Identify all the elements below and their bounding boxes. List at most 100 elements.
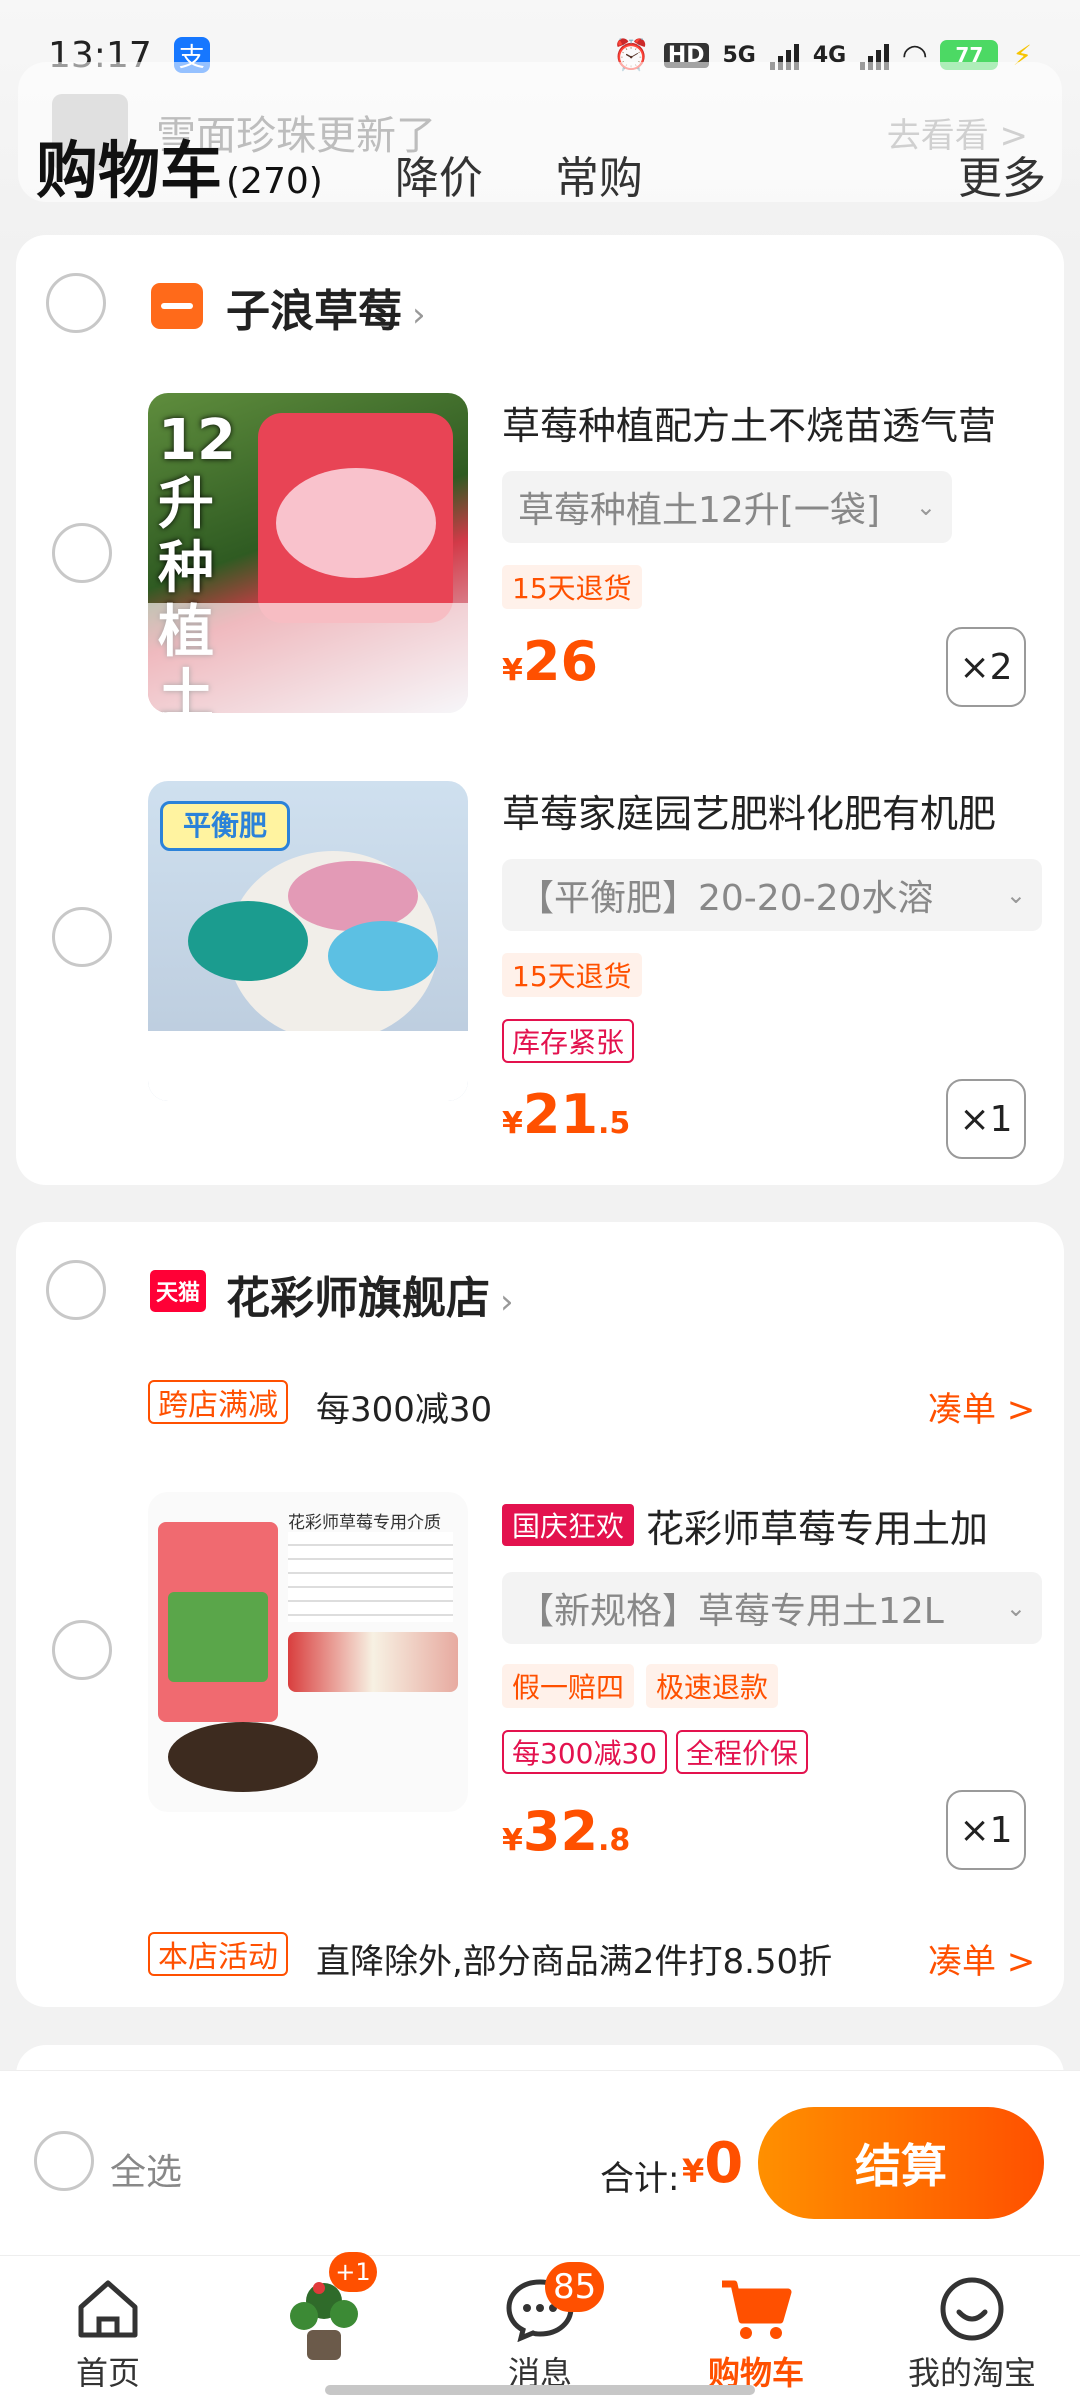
discount-tag: 每300减30 bbox=[502, 1730, 668, 1774]
product-image[interactable]: 12升种植土 bbox=[148, 393, 468, 713]
guarantee-tag: 假一赔四 bbox=[502, 1664, 635, 1708]
page-title[interactable]: 购物车 bbox=[36, 120, 222, 210]
product-granules-pink bbox=[288, 861, 418, 931]
store-promo-tag: 本店活动 bbox=[148, 1932, 288, 1976]
product-pack-shape bbox=[158, 1522, 278, 1722]
product-image[interactable]: 平衡肥 bbox=[148, 781, 468, 1101]
tab-label: 我的淘宝 bbox=[907, 2354, 1036, 2392]
product-price: ¥32.8 bbox=[502, 1800, 630, 1863]
return-tag: 15天退货 bbox=[502, 565, 642, 609]
select-all-radio[interactable] bbox=[34, 2131, 94, 2191]
checkout-button[interactable]: 结算 bbox=[758, 2107, 1044, 2219]
unread-badge: 85 bbox=[545, 2262, 605, 2312]
product-image[interactable]: 花彩师草莓专用介质 bbox=[148, 1492, 468, 1812]
shop-card-1: 子浪草莓› 12升种植土 草莓种植配方土不烧苗透气营 草莓种植土12升[一袋] ⌄… bbox=[16, 235, 1064, 1185]
shop-name-label: 花彩师旗舰店 bbox=[226, 1273, 490, 1324]
add-items-link[interactable]: 凑单 > bbox=[928, 1382, 1035, 1431]
plant-thumbnail: +1 bbox=[279, 2252, 377, 2366]
shop-name[interactable]: 子浪草莓 › bbox=[226, 275, 426, 339]
item-select-radio[interactable] bbox=[52, 1620, 112, 1680]
message-icon: 85 bbox=[503, 2262, 605, 2346]
product-title[interactable]: 草莓家庭园艺肥料化肥有机肥 bbox=[502, 783, 1042, 838]
low-stock-tag: 库存紧张 bbox=[502, 1019, 635, 1063]
price-protect-tag: 全程价保 bbox=[676, 1730, 809, 1774]
product-title[interactable]: 草莓种植配方土不烧苗透气营 bbox=[502, 395, 1042, 450]
store-promo-text: 直降除外,部分商品满2件打8.50折 bbox=[316, 1942, 833, 1982]
chevron-right-icon: › bbox=[412, 295, 426, 335]
product-title[interactable]: 花彩师草莓专用土加 bbox=[646, 1498, 1046, 1553]
product-soil bbox=[168, 1722, 318, 1792]
sku-selector[interactable]: 草莓种植土12升[一袋] ⌄ bbox=[502, 471, 952, 543]
currency-symbol: ¥ bbox=[502, 1823, 523, 1858]
smile-icon bbox=[937, 2272, 1007, 2346]
chevron-down-icon: ⌄ bbox=[1005, 1594, 1026, 1622]
total-label: 合计: bbox=[600, 2159, 680, 2199]
shop-icon bbox=[151, 283, 203, 329]
tab-recommend[interactable]: +1 bbox=[216, 2252, 432, 2400]
item-select-radio[interactable] bbox=[52, 907, 112, 967]
shop-select-radio[interactable] bbox=[46, 273, 106, 333]
quantity-button[interactable]: ×1 bbox=[946, 1790, 1026, 1870]
product-price: ¥26 bbox=[502, 630, 598, 693]
bottom-tab-bar: 首页 +1 85 消息 购物车 我的淘宝 bbox=[0, 2252, 1080, 2400]
price-integer: 21 bbox=[522, 1083, 599, 1146]
currency-symbol: ¥ bbox=[502, 1106, 523, 1141]
product-image-footer bbox=[148, 1031, 468, 1101]
more-button[interactable]: 更多 bbox=[958, 142, 1046, 206]
tmall-icon: 天猫 bbox=[150, 1270, 206, 1312]
checkout-bar: 全选 合计: ¥0 结算 bbox=[0, 2070, 1080, 2255]
sku-label: 【新规格】草莓专用土12L bbox=[518, 1591, 944, 1632]
home-icon bbox=[73, 2272, 143, 2346]
tab-price-drop[interactable]: 降价 bbox=[395, 142, 483, 206]
product-price: ¥21.5 bbox=[502, 1083, 630, 1146]
item-select-radio[interactable] bbox=[52, 523, 112, 583]
quantity-button[interactable]: ×1 bbox=[946, 1079, 1026, 1159]
quantity-button[interactable]: ×2 bbox=[946, 627, 1026, 707]
tab-frequent[interactable]: 常购 bbox=[555, 142, 643, 206]
return-tag: 15天退货 bbox=[502, 953, 642, 997]
product-image-text: 平衡肥 bbox=[182, 809, 267, 842]
shop-header: 子浪草莓 › bbox=[16, 235, 1064, 365]
shop-card-2: 天猫 花彩师旗舰店 › 跨店满减 每300减30 凑单 > 花彩师草莓专用介质 国… bbox=[16, 1222, 1064, 2007]
sku-label: 【平衡肥】20-20-20水溶 bbox=[518, 878, 934, 919]
price-integer: 26 bbox=[522, 630, 599, 693]
tab-home[interactable]: 首页 bbox=[0, 2256, 216, 2400]
shop-select-radio[interactable] bbox=[46, 1260, 106, 1320]
promo-text: 每300减30 bbox=[316, 1390, 493, 1430]
price-decimal: .5 bbox=[598, 1106, 631, 1141]
shop-header: 天猫 花彩师旗舰店 › bbox=[16, 1222, 1064, 1352]
add-items-link[interactable]: 凑单 > bbox=[928, 1934, 1035, 1983]
tab-my-taobao[interactable]: 我的淘宝 bbox=[864, 2256, 1080, 2400]
product-berries bbox=[288, 1632, 458, 1692]
promo-badge: 国庆狂欢 bbox=[502, 1504, 635, 1546]
chevron-down-icon: ⌄ bbox=[1005, 881, 1026, 909]
chevron-right-icon: › bbox=[500, 1282, 514, 1322]
shop-name[interactable]: 花彩师旗舰店 › bbox=[226, 1262, 514, 1326]
price-decimal: .8 bbox=[598, 1823, 631, 1858]
shop-name-label: 子浪草莓 bbox=[226, 286, 402, 337]
currency-symbol: ¥ bbox=[682, 2152, 705, 2190]
cart-header: 购物车 (270) 降价 常购 更多 bbox=[36, 120, 1046, 210]
select-all-label[interactable]: 全选 bbox=[110, 2143, 182, 2195]
price-integer: 32 bbox=[522, 1800, 599, 1863]
total-amount: 0 bbox=[704, 2131, 744, 2196]
tab-cart[interactable]: 购物车 bbox=[648, 2256, 864, 2400]
cart-count: (270) bbox=[226, 161, 323, 202]
product-granules-green bbox=[188, 901, 308, 981]
total-price: ¥0 bbox=[682, 2131, 743, 2196]
badge: +1 bbox=[329, 2252, 377, 2292]
product-spec-lines bbox=[288, 1532, 453, 1622]
chevron-down-icon: ⌄ bbox=[915, 493, 936, 521]
home-indicator[interactable] bbox=[325, 2385, 755, 2395]
product-image-band bbox=[148, 603, 468, 713]
cross-store-promo-tag: 跨店满减 bbox=[148, 1380, 288, 1424]
sku-selector[interactable]: 【平衡肥】20-20-20水溶 ⌄ bbox=[502, 859, 1042, 931]
cart-icon bbox=[718, 2272, 794, 2346]
sku-label: 草莓种植土12升[一袋] bbox=[518, 490, 880, 531]
fast-refund-tag: 极速退款 bbox=[646, 1664, 779, 1708]
tab-messages[interactable]: 85 消息 bbox=[432, 2256, 648, 2400]
product-granules-blue bbox=[328, 921, 438, 991]
sku-selector[interactable]: 【新规格】草莓专用土12L ⌄ bbox=[502, 1572, 1042, 1644]
product-bag-label bbox=[276, 468, 436, 578]
product-image-label: 平衡肥 bbox=[160, 801, 290, 851]
